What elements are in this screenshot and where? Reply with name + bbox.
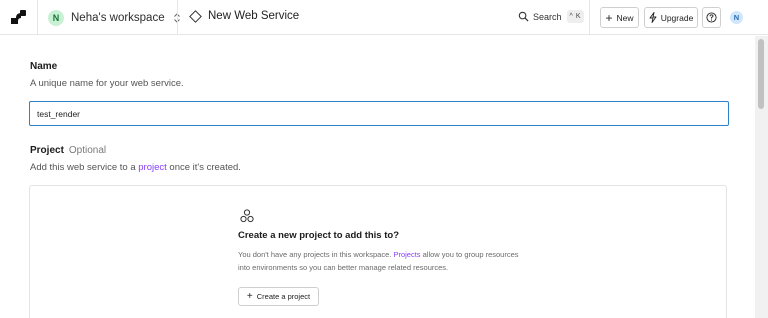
- workspace-avatar: N: [48, 10, 64, 26]
- project-empty-state: Create a new project to add this to? You…: [29, 185, 727, 318]
- scrollbar[interactable]: [755, 36, 768, 318]
- render-logo-icon[interactable]: [11, 9, 27, 25]
- divider: [37, 0, 38, 35]
- main-content: Name A unique name for your web service.…: [0, 36, 755, 318]
- diamond-icon: [189, 9, 202, 23]
- project-label: Project Optional: [30, 145, 106, 156]
- empty-state-text: You don't have any projects in this work…: [238, 249, 528, 274]
- empty-state-heading: Create a new project to add this to?: [238, 230, 399, 241]
- plus-icon: +: [246, 290, 253, 302]
- search-button[interactable]: Search ^ K: [518, 10, 584, 23]
- project-desc-after: once it's created.: [169, 162, 241, 173]
- user-avatar[interactable]: N: [730, 11, 743, 24]
- create-project-button[interactable]: + Create a project: [238, 287, 319, 306]
- new-button-label: New: [616, 12, 634, 23]
- divider: [177, 0, 178, 35]
- name-input[interactable]: [29, 101, 729, 126]
- upgrade-button-label: Upgrade: [660, 12, 694, 23]
- project-desc-before: Add this web service to a: [30, 162, 136, 173]
- scrollbar-thumb[interactable]: [758, 39, 764, 109]
- top-bar: N Neha's workspace New Web Service Searc…: [0, 0, 768, 35]
- name-label: Name: [30, 61, 58, 72]
- page-title: New Web Service: [208, 10, 300, 22]
- shortcut-modifier: ^: [569, 13, 573, 20]
- project-icon: [240, 209, 254, 223]
- workspace-switcher[interactable]: N Neha's workspace: [48, 9, 181, 27]
- lightning-icon: [649, 12, 657, 23]
- breadcrumb: New Web Service: [189, 9, 300, 23]
- name-description: A unique name for your web service.: [30, 78, 184, 89]
- help-button[interactable]: [702, 7, 721, 28]
- create-project-label: Create a project: [256, 292, 311, 301]
- search-label: Search: [533, 11, 562, 22]
- empty-state-text-before: You don't have any projects in this work…: [238, 250, 392, 259]
- plus-icon: +: [605, 10, 613, 25]
- shortcut-key: K: [575, 13, 581, 20]
- optional-tag: Optional: [68, 145, 107, 156]
- keyboard-shortcut: ^ K: [566, 10, 584, 23]
- project-link[interactable]: project: [138, 162, 167, 173]
- search-icon: [518, 11, 529, 22]
- question-circle-icon: [706, 12, 717, 23]
- projects-link[interactable]: Projects: [393, 250, 420, 259]
- new-button[interactable]: + New: [600, 7, 639, 28]
- workspace-name: Neha's workspace: [71, 12, 165, 24]
- divider: [589, 0, 590, 35]
- project-description: Add this web service to a project once i…: [30, 162, 241, 173]
- upgrade-button[interactable]: Upgrade: [644, 7, 698, 28]
- project-label-text: Project: [30, 145, 64, 156]
